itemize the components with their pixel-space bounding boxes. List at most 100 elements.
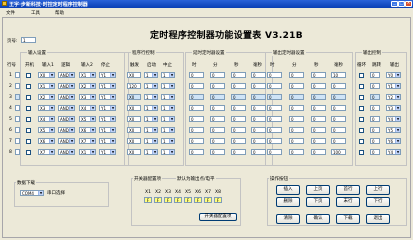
delay-timer-field[interactable]: 0 bbox=[251, 127, 266, 133]
delay-timer-field[interactable]: 0 bbox=[189, 94, 204, 100]
output-timer-field[interactable]: 0 bbox=[267, 105, 282, 111]
start-select[interactable]: 1 ▼ bbox=[144, 149, 158, 155]
menu-tools[interactable]: 工具 bbox=[31, 10, 40, 16]
output-timer-field[interactable]: 0 bbox=[331, 127, 346, 133]
abort-select[interactable]: 1 ▼ bbox=[161, 83, 175, 89]
delay-timer-field[interactable]: 0 bbox=[231, 138, 246, 144]
switch-config-button[interactable]: 开关器配置项 bbox=[199, 213, 237, 221]
input1-select[interactable]: X4 ▼ bbox=[38, 116, 55, 122]
logic-select[interactable]: AND ▼ bbox=[58, 138, 75, 144]
trigger-field[interactable]: X0 bbox=[127, 116, 141, 122]
input2-select[interactable]: X2 ▼ bbox=[79, 83, 96, 89]
input2-select[interactable]: X4 ▼ bbox=[79, 105, 96, 111]
delay-timer-field[interactable]: 0 bbox=[189, 83, 204, 89]
delay-timer-field[interactable]: 0 bbox=[251, 94, 266, 100]
output-timer-field[interactable]: 0 bbox=[267, 83, 282, 89]
menu-file[interactable]: 文件 bbox=[6, 10, 15, 16]
jump-field[interactable]: 0 bbox=[370, 94, 380, 100]
logic-select[interactable]: AND ▼ bbox=[58, 127, 75, 133]
delay-timer-field[interactable]: 0 bbox=[231, 105, 246, 111]
output-timer-field[interactable]: 0 bbox=[331, 116, 346, 122]
delay-timer-field[interactable]: 0 bbox=[210, 94, 225, 100]
logic-select[interactable]: AND ▼ bbox=[58, 72, 75, 78]
stop-select[interactable]: Y1 ▼ bbox=[99, 83, 116, 89]
start-select[interactable]: 1 ▼ bbox=[144, 127, 158, 133]
output-select[interactable]: Y4 ▼ bbox=[386, 149, 401, 155]
io-field-x3[interactable]: F bbox=[164, 197, 172, 203]
logic-select[interactable]: AND ▼ bbox=[58, 149, 75, 155]
output-select[interactable]: Y3 ▼ bbox=[386, 105, 401, 111]
logic-select[interactable]: AND ▼ bbox=[58, 83, 75, 89]
output-timer-field[interactable]: 100 bbox=[331, 149, 346, 155]
port-select[interactable]: COM4 ▼ bbox=[20, 190, 44, 196]
output-timer-field[interactable]: 0 bbox=[331, 105, 346, 111]
output-timer-field[interactable]: 0 bbox=[267, 138, 282, 144]
output-timer-field[interactable]: 0 bbox=[267, 116, 282, 122]
abort-select[interactable]: 1 ▼ bbox=[161, 94, 175, 100]
menu-help[interactable]: 帮助 bbox=[55, 10, 64, 16]
delay-timer-field[interactable]: 0 bbox=[189, 72, 204, 78]
logic-select[interactable]: AND ▼ bbox=[58, 116, 75, 122]
output-timer-field[interactable]: 0 bbox=[289, 83, 304, 89]
output-timer-field[interactable]: 0 bbox=[267, 72, 282, 78]
output-timer-field[interactable]: 0 bbox=[311, 138, 326, 144]
delay-timer-field[interactable]: 0 bbox=[210, 72, 225, 78]
trigger-field[interactable]: X0 bbox=[127, 94, 141, 100]
prev-row-button[interactable]: 上行 bbox=[366, 185, 390, 195]
stop-select[interactable]: Y1 ▼ bbox=[99, 138, 116, 144]
input2-select[interactable]: X1 ▼ bbox=[79, 72, 96, 78]
stop-select[interactable]: Y1 ▼ bbox=[99, 127, 116, 133]
output-timer-field[interactable]: 0 bbox=[289, 94, 304, 100]
loop-checkbox[interactable] bbox=[359, 94, 364, 100]
trigger-field[interactable]: X0 bbox=[127, 72, 141, 78]
input2-select[interactable]: X7 ▼ bbox=[79, 138, 96, 144]
output-timer-field[interactable]: 0 bbox=[311, 116, 326, 122]
stop-select[interactable]: Y1 ▼ bbox=[99, 116, 116, 122]
abort-select[interactable]: 1 ▼ bbox=[161, 105, 175, 111]
delay-timer-field[interactable]: 0 bbox=[189, 116, 204, 122]
delay-timer-field[interactable]: 0 bbox=[189, 105, 204, 111]
abort-select[interactable]: 1 ▼ bbox=[161, 72, 175, 78]
close-button[interactable]: × bbox=[405, 1, 412, 7]
stop-select[interactable]: Y1 ▼ bbox=[99, 94, 116, 100]
clear-button[interactable]: 清除 bbox=[276, 214, 300, 224]
power-on-checkbox[interactable] bbox=[26, 72, 31, 78]
output-timer-field[interactable]: 0 bbox=[267, 149, 282, 155]
delay-timer-field[interactable]: 0 bbox=[251, 83, 266, 89]
trigger-field[interactable]: X0 bbox=[127, 105, 141, 111]
delay-timer-field[interactable]: 0 bbox=[251, 149, 266, 155]
abort-select[interactable]: 1 ▼ bbox=[161, 138, 175, 144]
row-select-box[interactable] bbox=[15, 116, 20, 122]
row-select-box[interactable] bbox=[15, 149, 20, 155]
io-field-x6[interactable]: F bbox=[194, 197, 202, 203]
row-select-box[interactable] bbox=[15, 83, 20, 89]
loop-checkbox[interactable] bbox=[359, 127, 364, 133]
loop-checkbox[interactable] bbox=[359, 116, 364, 122]
jump-field[interactable]: 0 bbox=[370, 72, 380, 78]
io-field-x5[interactable]: F bbox=[184, 197, 192, 203]
input1-select[interactable]: X0 ▼ bbox=[38, 72, 55, 78]
delay-timer-field[interactable]: 0 bbox=[251, 116, 266, 122]
io-field-x8[interactable]: F bbox=[214, 197, 222, 203]
io-field-x4[interactable]: F bbox=[174, 197, 182, 203]
maximize-button[interactable]: □ bbox=[398, 1, 405, 7]
row-select-box[interactable] bbox=[15, 138, 20, 144]
logic-select[interactable]: AND ▼ bbox=[58, 105, 75, 111]
start-select[interactable]: 1 ▼ bbox=[144, 94, 158, 100]
delay-timer-field[interactable]: 0 bbox=[251, 72, 266, 78]
io-field-x7[interactable]: F bbox=[204, 197, 212, 203]
jump-field[interactable]: 0 bbox=[370, 127, 380, 133]
loop-checkbox[interactable] bbox=[359, 138, 364, 144]
output-timer-field[interactable]: 0 bbox=[289, 72, 304, 78]
trigger-field[interactable]: X0 bbox=[127, 127, 141, 133]
output-timer-field[interactable]: 10 bbox=[331, 72, 346, 78]
start-select[interactable]: 1 ▼ bbox=[144, 83, 158, 89]
delay-timer-field[interactable]: 0 bbox=[251, 105, 266, 111]
trigger-field[interactable]: X0 bbox=[127, 149, 141, 155]
jump-field[interactable]: 0 bbox=[370, 105, 380, 111]
power-on-checkbox[interactable] bbox=[26, 149, 31, 155]
output-timer-field[interactable]: 0 bbox=[311, 149, 326, 155]
input1-select[interactable]: X3 ▼ bbox=[38, 105, 55, 111]
output-timer-field[interactable]: 0 bbox=[289, 138, 304, 144]
trigger-field[interactable]: 120 bbox=[127, 83, 141, 89]
